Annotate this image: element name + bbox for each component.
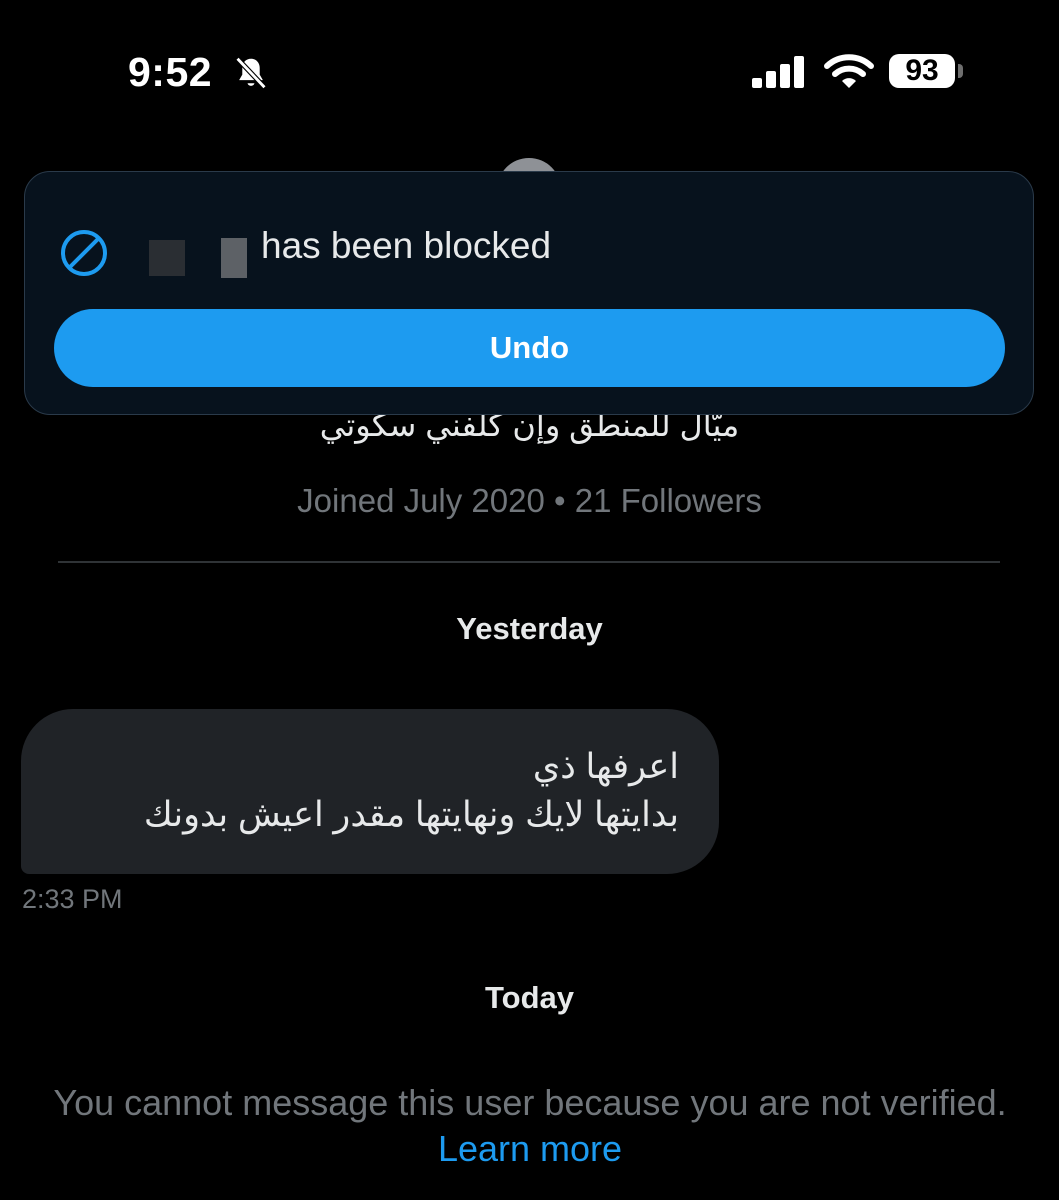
- cellular-signal-icon: [752, 56, 804, 88]
- cannot-message-notice: You cannot message this user because you…: [50, 1080, 1010, 1172]
- message-timestamp: 2:33 PM: [22, 884, 123, 914]
- bell-muted-icon: [235, 57, 267, 89]
- battery-tip: [958, 64, 963, 78]
- date-separator-today: Today: [485, 980, 574, 1015]
- notice-text: You cannot message this user because you…: [53, 1082, 1007, 1123]
- redacted-username: [149, 240, 185, 276]
- redacted-username: [221, 238, 247, 278]
- divider: [58, 561, 1000, 563]
- battery-indicator: 93: [889, 54, 955, 88]
- message-line-2: بدايتها لايك ونهايتها مقدر اعيش بدونك: [143, 795, 679, 834]
- profile-meta: Joined July 2020 • 21 Followers: [297, 482, 762, 519]
- learn-more-link[interactable]: Learn more: [438, 1128, 622, 1169]
- block-icon: [61, 230, 107, 276]
- message-line-1: اعرفها ذي: [532, 747, 679, 786]
- blocked-toast: has been blocked Undo: [24, 171, 1034, 415]
- undo-button[interactable]: Undo: [54, 309, 1005, 387]
- message-bubble[interactable]: اعرفها ذي بدايتها لايك ونهايتها مقدر اعي…: [21, 709, 719, 874]
- date-separator-yesterday: Yesterday: [456, 611, 603, 646]
- toast-message: has been blocked: [261, 225, 552, 266]
- status-time: 9:52: [128, 49, 213, 95]
- wifi-icon: [824, 54, 874, 88]
